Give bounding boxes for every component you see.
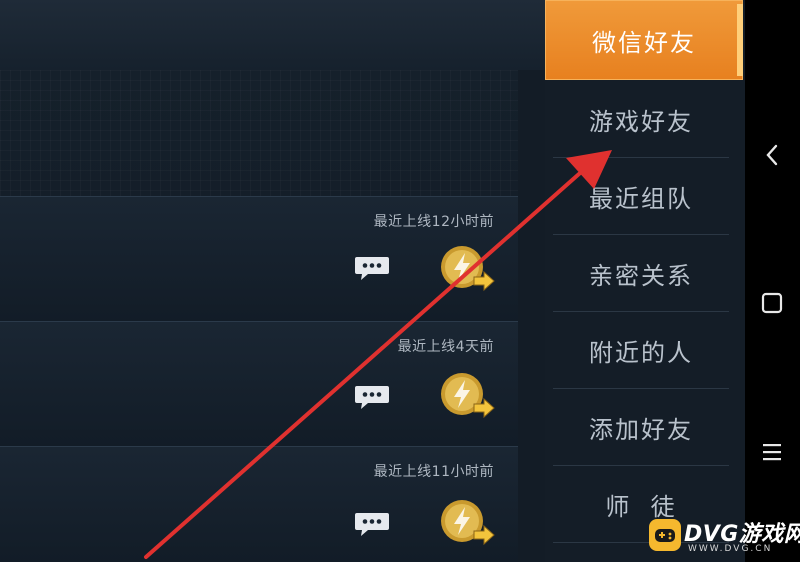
chat-bubble-icon	[355, 386, 389, 409]
menu-item-close-relations[interactable]: 亲密关系	[553, 235, 729, 312]
watermark-url: WWW.DVG.CN	[688, 544, 773, 554]
last-online-text: 最近上线11小时前	[373, 464, 494, 480]
panel-header	[0, 0, 545, 70]
friend-row[interactable]: 最近上线12小时前	[0, 196, 518, 322]
chat-bubble-icon	[355, 257, 389, 280]
menu-item-wechat-friends[interactable]: 微信好友	[545, 0, 743, 80]
gold-coin-send-icon	[441, 246, 495, 292]
chat-bubble-icon	[355, 513, 389, 536]
panel-divider	[518, 70, 545, 562]
chevron-left-icon	[766, 144, 778, 166]
chat-button[interactable]	[354, 384, 390, 410]
game-screen: 最近上线12小时前 最近上线4天前 最近上线11小时前 微信好友 游戏好友 最近…	[0, 0, 800, 562]
send-coin-button[interactable]	[438, 370, 496, 422]
home-button[interactable]	[757, 288, 787, 318]
last-online-text: 最近上线4天前	[397, 339, 494, 355]
gamepad-logo-icon	[649, 519, 681, 551]
menu-item-game-friends[interactable]: 游戏好友	[553, 81, 729, 158]
last-online-text: 最近上线12小时前	[373, 214, 494, 230]
gold-coin-send-icon	[441, 500, 495, 546]
chat-button[interactable]	[354, 511, 390, 537]
friend-category-menu: 微信好友 游戏好友 最近组队 亲密关系 附近的人 添加好友 师 徒	[545, 0, 745, 562]
square-icon	[761, 292, 783, 314]
site-watermark: DVG游戏网 WWW.DVG.CN	[648, 514, 800, 558]
back-button[interactable]	[757, 140, 787, 170]
menu-item-add-friend[interactable]: 添加好友	[553, 389, 729, 466]
gold-coin-send-icon	[441, 373, 495, 419]
menu-item-recent-team[interactable]: 最近组队	[553, 158, 729, 235]
send-coin-button[interactable]	[438, 243, 496, 295]
menu-item-nearby-people[interactable]: 附近的人	[553, 312, 729, 389]
system-nav-bar	[745, 0, 800, 562]
recents-button[interactable]	[757, 437, 787, 467]
friend-row[interactable]: 最近上线11小时前	[0, 446, 518, 562]
send-coin-button[interactable]	[438, 497, 496, 549]
hamburger-icon	[763, 444, 781, 461]
chat-button[interactable]	[354, 255, 390, 281]
friend-row[interactable]: 最近上线4天前	[0, 321, 518, 447]
